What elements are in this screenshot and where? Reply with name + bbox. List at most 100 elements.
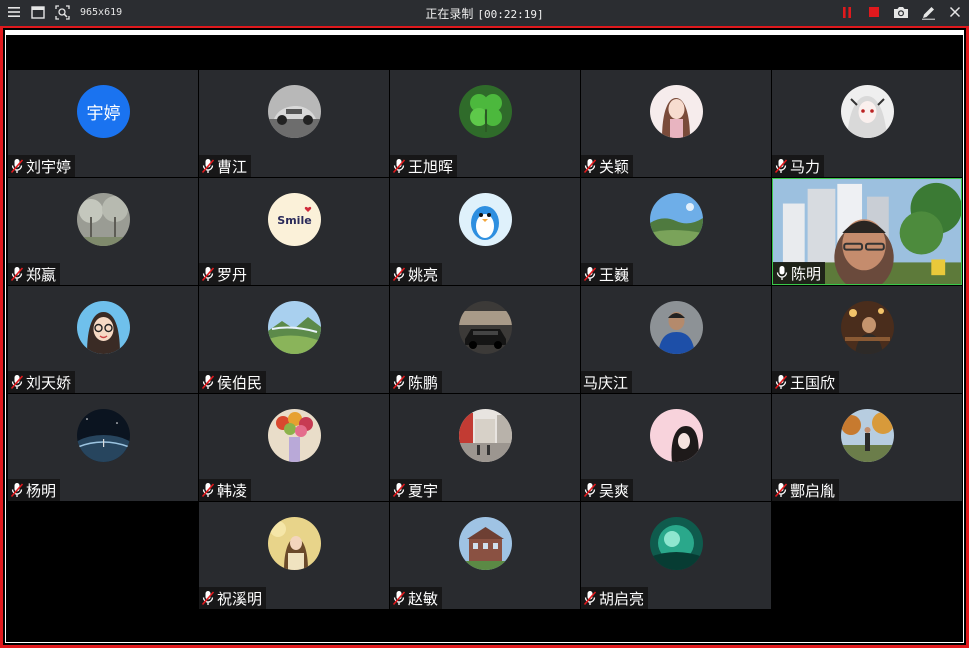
participant-name: 酆启胤: [790, 481, 836, 500]
mic-muted-icon: [201, 591, 215, 606]
avatar: [650, 85, 703, 138]
participant-tile[interactable]: 胡启亮: [581, 502, 771, 609]
participant-tile[interactable]: 曹江: [199, 70, 389, 177]
participant-tile[interactable]: 酆启胤: [772, 394, 962, 501]
participant-tile[interactable]: 姚亮: [390, 178, 580, 285]
annotate-button[interactable]: [920, 4, 936, 20]
participant-tile[interactable]: 夏宇: [390, 394, 580, 501]
mic-on-icon: [776, 266, 788, 280]
recorder-toolbar: 965x619 正在录制 [00:22:19]: [0, 0, 969, 26]
participant-tile[interactable]: 宇婷 刘宇婷: [8, 70, 198, 177]
participant-namebar: 郑嬴: [8, 263, 61, 285]
toolbar-left: 965x619: [6, 4, 122, 20]
participant-tile[interactable]: 刘天娇: [8, 286, 198, 393]
recording-status-text: 正在录制: [425, 7, 474, 21]
participant-name: 王国欣: [790, 373, 836, 392]
girl-yellow-icon: [268, 517, 321, 570]
participant-namebar: 罗丹: [199, 263, 252, 285]
avatar: [459, 193, 512, 246]
participant-name: 陈明: [791, 264, 822, 283]
participant-name: 夏宇: [408, 481, 439, 500]
mic-muted-icon: [392, 591, 406, 606]
participant-namebar: 赵敏: [390, 587, 443, 609]
cartoon-glasses-icon: [77, 301, 130, 354]
participant-name: 王旭晖: [408, 157, 454, 176]
pink-girl-icon: [650, 409, 703, 462]
avatar: [650, 409, 703, 462]
screenshot-button[interactable]: [893, 4, 909, 20]
resolution-label: 965x619: [80, 6, 123, 18]
participant-namebar: 刘宇婷: [8, 155, 76, 177]
mic-muted-icon: [774, 483, 788, 498]
mic-muted-icon: [583, 159, 597, 174]
close-button[interactable]: [947, 4, 963, 20]
stop-button[interactable]: [866, 4, 882, 20]
participant-tile[interactable]: 杨明: [8, 394, 198, 501]
participant-name: 赵敏: [408, 589, 439, 608]
mic-muted-icon: [10, 483, 24, 498]
participant-grid: 宇婷 刘宇婷 曹江 王旭晖 关颖 马力 郑嬴 Smile 罗丹 姚亮 王巍 陈明…: [8, 70, 962, 610]
mic-muted-icon: [201, 267, 215, 282]
avatar: [268, 409, 321, 462]
trees-photo-icon: [77, 193, 130, 246]
restaurant-photo-icon: [841, 301, 894, 354]
participant-tile[interactable]: 王巍: [581, 178, 771, 285]
close-icon: [949, 6, 961, 18]
participant-namebar: 曹江: [199, 155, 252, 177]
participant-name: 郑嬴: [26, 265, 57, 284]
participant-tile[interactable]: 郑嬴: [8, 178, 198, 285]
window-mode-button[interactable]: [30, 4, 46, 20]
participant-namebar: 马力: [772, 155, 825, 177]
participant-namebar: 夏宇: [390, 479, 443, 501]
region-select-button[interactable]: [54, 4, 70, 20]
participant-namebar: 刘天娇: [8, 371, 76, 393]
participant-tile[interactable]: 王旭晖: [390, 70, 580, 177]
participant-namebar: 韩凌: [199, 479, 252, 501]
participant-namebar: 陈明: [773, 262, 826, 284]
participant-name: 刘天娇: [26, 373, 72, 392]
mic-muted-icon: [392, 267, 406, 282]
avatar-initials: 宇婷: [86, 104, 121, 124]
participant-namebar: 姚亮: [390, 263, 443, 285]
participant-tile[interactable]: 陈鹏: [390, 286, 580, 393]
avatar: [650, 517, 703, 570]
participant-tile[interactable]: 吴爽: [581, 394, 771, 501]
participant-namebar: 王旭晖: [390, 155, 458, 177]
participant-name: 马庆江: [583, 373, 629, 392]
flowers-photo-icon: [268, 409, 321, 462]
participant-namebar: 马庆江: [581, 371, 633, 393]
participant-tile[interactable]: Smile 罗丹: [199, 178, 389, 285]
street-photo-icon: [459, 409, 512, 462]
avatar: [77, 301, 130, 354]
avatar: Smile: [268, 193, 321, 246]
active-speaker-tile[interactable]: 陈明: [772, 178, 962, 285]
participant-tile[interactable]: 马庆江: [581, 286, 771, 393]
participant-tile[interactable]: 马力: [772, 70, 962, 177]
participant-namebar: 祝溪明: [199, 587, 267, 609]
mic-muted-icon: [392, 375, 406, 390]
participant-tile[interactable]: 侯伯民: [199, 286, 389, 393]
mic-muted-icon: [774, 375, 788, 390]
avatar: [77, 193, 130, 246]
mic-muted-icon: [583, 591, 597, 606]
participant-tile[interactable]: 祝溪明: [199, 502, 389, 609]
menu-button[interactable]: [6, 4, 22, 20]
mic-muted-icon: [10, 267, 24, 282]
avatar: [841, 409, 894, 462]
avatar: [459, 409, 512, 462]
pause-button[interactable]: [839, 4, 855, 20]
participant-tile[interactable]: 关颖: [581, 70, 771, 177]
clover-photo-icon: [459, 85, 512, 138]
avatar: [459, 301, 512, 354]
participant-name: 关颖: [599, 157, 630, 176]
participant-tile[interactable]: 赵敏: [390, 502, 580, 609]
penguin-cartoon-icon: [459, 193, 512, 246]
toolbar-right: [839, 4, 963, 20]
participant-tile[interactable]: 韩凌: [199, 394, 389, 501]
participant-name: 侯伯民: [217, 373, 263, 392]
avatar: [841, 85, 894, 138]
avatar: [268, 301, 321, 354]
mic-muted-icon: [10, 159, 24, 174]
participant-tile[interactable]: 王国欣: [772, 286, 962, 393]
menu-icon: [8, 7, 20, 17]
